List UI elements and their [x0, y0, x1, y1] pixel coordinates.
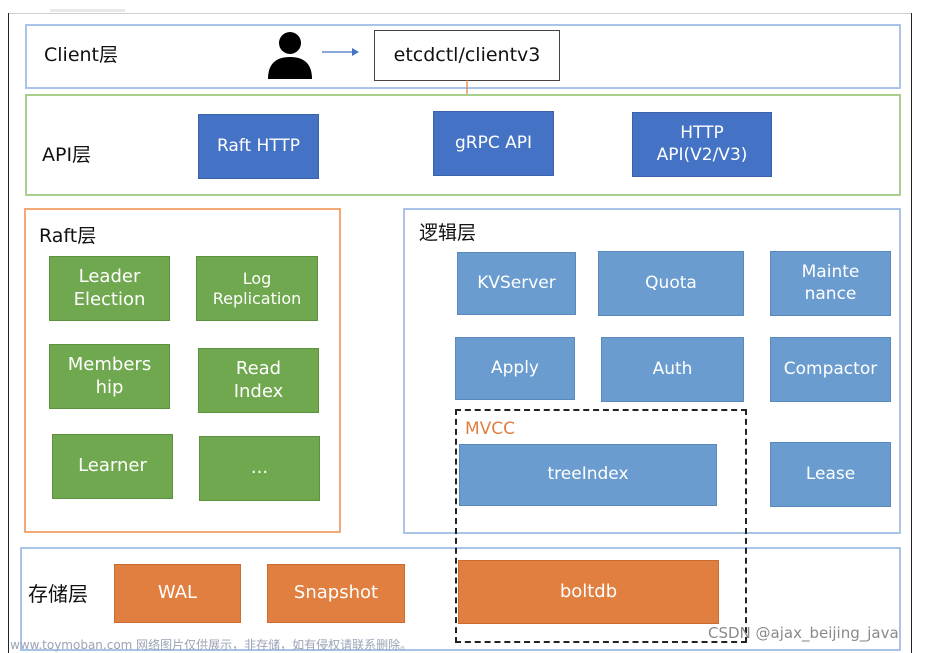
learner-box: Learner — [52, 434, 173, 499]
api-layer-title: API层 — [42, 144, 92, 166]
raft-layer-title: Raft层 — [39, 225, 97, 247]
snapshot-box: Snapshot — [267, 564, 405, 623]
author-watermark: CSDN @ajax_beijing_java — [708, 624, 899, 642]
faint-header-text — [50, 9, 125, 12]
client-layer-title: Client层 — [44, 44, 119, 66]
raft-http-box: Raft HTTP — [198, 114, 319, 179]
auth-box: Auth — [601, 337, 744, 402]
mvcc-label: MVCC — [465, 419, 516, 439]
storage-layer-title: 存储层 — [28, 582, 88, 606]
boltdb-box: boltdb — [458, 560, 719, 624]
kvserver-box: KVServer — [457, 252, 576, 315]
site-watermark: www.toymoban.com 网络图片仅供展示，非存储，如有侵权请联系删除。 — [10, 638, 413, 652]
http-api-box: HTTP API(V2/V3) — [632, 112, 772, 177]
frame-left-line — [8, 13, 9, 653]
user-icon — [268, 32, 312, 79]
compactor-box: Compactor — [770, 337, 891, 402]
log-replication-box: Log Replication — [196, 256, 318, 321]
leader-election-box: Leader Election — [49, 256, 170, 321]
apply-box: Apply — [455, 337, 575, 400]
logic-layer-title: 逻辑层 — [419, 222, 477, 244]
more-box: ... — [199, 436, 320, 501]
read-index-box: Read Index — [198, 348, 319, 413]
membership-box: Members hip — [49, 344, 170, 409]
treeindex-box: treeIndex — [459, 444, 717, 506]
lease-box: Lease — [770, 442, 891, 507]
wal-box: WAL — [114, 564, 241, 623]
grpc-api-box: gRPC API — [433, 111, 554, 176]
frame-top-line — [8, 13, 912, 14]
quota-box: Quota — [598, 251, 744, 316]
arrow-right-icon — [322, 48, 359, 56]
client-box-etcdctl: etcdctl/clientv3 — [374, 30, 560, 81]
maintenance-box: Mainte nance — [770, 251, 891, 316]
frame-right-line — [911, 13, 912, 653]
